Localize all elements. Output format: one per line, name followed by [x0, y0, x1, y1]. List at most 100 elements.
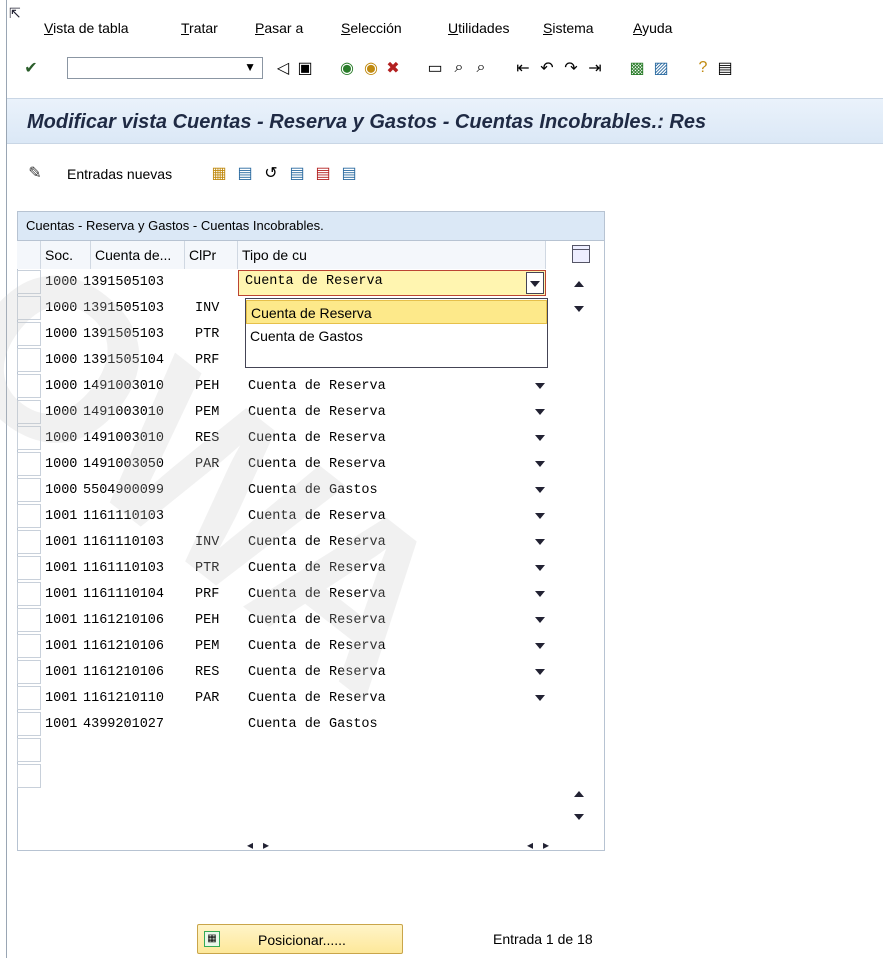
save-icon[interactable]: ▣ — [295, 58, 315, 78]
table-row[interactable]: 1001 1161210110 PAR Cuenta de Reserva — [17, 686, 577, 712]
dropdown-arrow-icon[interactable] — [535, 513, 545, 519]
cell-tipo[interactable]: Cuenta de Reserva — [248, 560, 386, 578]
row-selector[interactable] — [17, 712, 41, 736]
menu-item-seleccion[interactable]: Selección — [341, 20, 402, 36]
row-selector[interactable] — [17, 400, 41, 424]
dropdown-arrow-icon[interactable] — [535, 461, 545, 467]
cell-tipo[interactable]: Cuenta de Gastos — [248, 716, 378, 734]
undo-icon[interactable]: ↺ — [261, 163, 281, 183]
active-dropdown-cell[interactable]: Cuenta de Reserva — [238, 270, 546, 296]
display-change-icon[interactable]: ✎ — [25, 163, 45, 183]
hscroll-left-icon-2[interactable]: ◂ — [527, 838, 533, 852]
green-back-icon[interactable]: ◉ — [337, 58, 357, 78]
select-all-column-header[interactable] — [17, 241, 41, 269]
table-row[interactable]: 1001 4399201027 Cuenta de Gastos — [17, 712, 577, 738]
position-button[interactable]: ▦ Posicionar...... — [197, 924, 403, 954]
table-row[interactable]: 1001 1161210106 RES Cuenta de Reserva — [17, 660, 577, 686]
cell-tipo[interactable]: Cuenta de Reserva — [248, 508, 386, 526]
hscroll-right-icon-2[interactable]: ▸ — [543, 838, 549, 852]
row-selector[interactable] — [17, 426, 41, 450]
row-selector[interactable] — [17, 764, 41, 788]
cell-tipo[interactable]: Cuenta de Gastos — [248, 482, 378, 500]
dropdown-arrow-icon[interactable] — [535, 695, 545, 701]
table-row[interactable]: 1001 1161110103 Cuenta de Reserva — [17, 504, 577, 530]
table-row[interactable]: 1000 5504900099 Cuenta de Gastos — [17, 478, 577, 504]
menu-item-pasar-a[interactable]: Pasar a — [255, 20, 303, 36]
last-page-icon[interactable]: ⇥ — [585, 58, 605, 78]
find-next-icon[interactable]: ⌕ — [471, 58, 491, 78]
dropdown-option-gastos[interactable]: Cuenta de Gastos — [246, 324, 547, 348]
customize-layout-icon[interactable]: ▤ — [715, 58, 735, 78]
column-header-tipo[interactable]: Tipo de cu — [238, 241, 546, 269]
dropdown-arrow-icon[interactable] — [535, 643, 545, 649]
cell-tipo[interactable]: Cuenta de Reserva — [248, 638, 386, 656]
select-block-icon[interactable]: ▤ — [313, 163, 333, 183]
table-row[interactable]: 1001 1161210106 PEM Cuenta de Reserva — [17, 634, 577, 660]
dropdown-arrow-icon[interactable] — [535, 565, 545, 571]
cell-tipo[interactable]: Cuenta de Reserva — [248, 404, 386, 422]
dropdown-arrow-icon[interactable] — [535, 591, 545, 597]
exit-icon[interactable]: ◉ — [361, 58, 381, 78]
prev-page-icon[interactable]: ↶ — [537, 58, 557, 78]
dropdown-arrow-icon[interactable] — [535, 669, 545, 675]
row-selector[interactable] — [17, 322, 41, 346]
table-row[interactable]: 1000 1491003010 RES Cuenta de Reserva — [17, 426, 577, 452]
dropdown-arrow-icon[interactable] — [535, 617, 545, 623]
row-selector[interactable] — [17, 660, 41, 684]
table-row[interactable]: 1000 1491003050 PAR Cuenta de Reserva — [17, 452, 577, 478]
menu-item-vista-de-tabla[interactable]: Vista de tabla — [44, 20, 129, 36]
row-selector[interactable] — [17, 270, 41, 294]
dropdown-arrow-icon[interactable] — [535, 539, 545, 545]
table-row[interactable]: 1001 1161110103 INV Cuenta de Reserva — [17, 530, 577, 556]
deselect-all-icon[interactable]: ▤ — [339, 163, 359, 183]
scroll-up-icon[interactable] — [574, 281, 584, 287]
next-page-icon[interactable]: ↷ — [561, 58, 581, 78]
cell-tipo[interactable]: Cuenta de Reserva — [248, 430, 386, 448]
row-selector[interactable] — [17, 348, 41, 372]
shortcut-icon[interactable]: ▨ — [651, 58, 671, 78]
command-field[interactable]: ▼ — [67, 57, 263, 79]
cell-tipo[interactable]: Cuenta de Reserva — [248, 378, 386, 396]
scroll-down-bottom-icon[interactable] — [574, 814, 584, 820]
row-selector[interactable] — [17, 608, 41, 632]
cell-tipo[interactable]: Cuenta de Reserva — [248, 586, 386, 604]
menu-item-sistema[interactable]: Sistema — [543, 20, 594, 36]
scroll-up-bottom-icon[interactable] — [574, 791, 584, 797]
cell-tipo[interactable]: Cuenta de Reserva — [248, 664, 386, 682]
system-menu-icon[interactable]: ⇱ — [9, 6, 23, 20]
dropdown-arrow-icon[interactable] — [535, 435, 545, 441]
cell-tipo[interactable]: Cuenta de Reserva — [248, 534, 386, 552]
row-selector[interactable] — [17, 530, 41, 554]
check-icon[interactable]: ✔ — [21, 58, 41, 78]
cell-tipo[interactable]: Cuenta de Reserva — [248, 612, 386, 630]
row-selector[interactable] — [17, 374, 41, 398]
hscroll-right-icon[interactable]: ▸ — [263, 838, 269, 852]
menu-item-utilidades[interactable]: Utilidades — [448, 20, 510, 36]
new-entries-button[interactable]: Entradas nuevas — [67, 166, 172, 182]
dropdown-toggle-button[interactable] — [526, 272, 544, 294]
row-selector[interactable] — [17, 634, 41, 658]
row-selector[interactable] — [17, 686, 41, 710]
dropdown-arrow-icon[interactable] — [535, 409, 545, 415]
table-settings-icon[interactable] — [572, 245, 590, 263]
cell-tipo[interactable]: Cuenta de Reserva — [248, 690, 386, 708]
column-header-soc[interactable]: Soc. — [41, 241, 91, 269]
dropdown-option-reserva[interactable]: Cuenta de Reserva — [246, 300, 547, 324]
copy-icon[interactable]: ▦ — [209, 163, 229, 183]
table-row[interactable]: 1001 1161110104 PRF Cuenta de Reserva — [17, 582, 577, 608]
find-icon[interactable]: ⌕ — [449, 58, 469, 78]
table-row[interactable]: 1000 1491003010 PEH Cuenta de Reserva — [17, 374, 577, 400]
row-selector[interactable] — [17, 738, 41, 762]
dropdown-arrow-icon[interactable] — [535, 487, 545, 493]
column-header-clpr[interactable]: ClPr — [185, 241, 238, 269]
row-selector[interactable] — [17, 296, 41, 320]
print-icon[interactable]: ▭ — [425, 58, 445, 78]
row-selector[interactable] — [17, 452, 41, 476]
cancel-icon[interactable]: ✖ — [383, 58, 403, 78]
cell-tipo[interactable]: Cuenta de Reserva — [248, 456, 386, 474]
select-all-icon[interactable]: ▤ — [287, 163, 307, 183]
menu-item-ayuda[interactable]: Ayuda — [633, 20, 672, 36]
hscroll-left-icon[interactable]: ◂ — [247, 838, 253, 852]
delete-icon[interactable]: ▤ — [235, 163, 255, 183]
dropdown-arrow-icon[interactable] — [535, 383, 545, 389]
